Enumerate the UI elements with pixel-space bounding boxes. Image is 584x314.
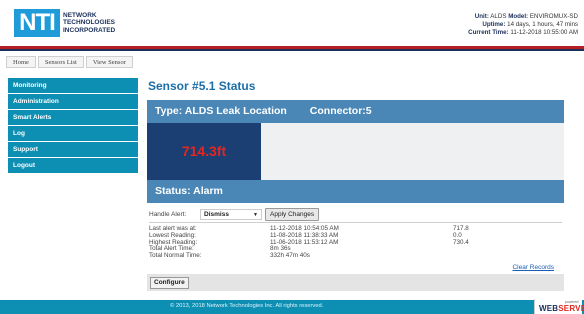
logo-mark: NTI xyxy=(14,9,60,37)
readings-row: Total Alert Time: 8m 36s xyxy=(149,246,513,253)
reading-value: 730.4 xyxy=(453,238,469,246)
configure-button[interactable]: Configure xyxy=(150,277,189,289)
reading-value xyxy=(453,253,513,260)
webserve-serve: SERVE xyxy=(558,304,584,313)
webserve-wordmark: WEBSERVE xyxy=(539,304,584,313)
reading-value xyxy=(453,246,513,253)
readings-row: Total Normal Time: 332h 47m 40s xyxy=(149,252,513,260)
configure-bar: Configure xyxy=(147,274,564,291)
page-title: Sensor #5.1 Status xyxy=(148,79,256,93)
model-value: ENVIROMUX-SD xyxy=(529,13,578,20)
status-bar: Status: Alarm xyxy=(147,180,564,203)
breadcrumb-home[interactable]: Home xyxy=(6,56,36,68)
sidebar-item-administration[interactable]: Administration xyxy=(8,94,138,109)
sidebar-item-logout[interactable]: Logout xyxy=(8,158,138,173)
reading-time: 332h 47m 40s xyxy=(270,252,310,260)
handle-alert-label: Handle Alert: xyxy=(149,211,187,218)
logo-text: NETWORK TECHNOLOGIES INCORPORATED xyxy=(63,12,115,35)
handle-alert-row: Handle Alert: Dismiss ▼ Apply Changes xyxy=(149,208,320,221)
sidebar-item-monitoring[interactable]: Monitoring xyxy=(8,78,138,93)
logo-line: TECHNOLOGIES xyxy=(63,19,116,27)
sensor-type-bar: Type: ALDS Leak Location Connector:5 xyxy=(147,100,564,123)
unit-value: ALDS xyxy=(490,13,507,20)
reading-panel: 714.3ft xyxy=(147,123,564,180)
header-stripe-blue xyxy=(0,49,584,51)
sidebar-item-smart-alerts[interactable]: Smart Alerts xyxy=(8,110,138,125)
current-time-label: Current Time: xyxy=(468,29,509,36)
handle-alert-selected: Dismiss xyxy=(204,211,229,218)
current-reading: 714.3ft xyxy=(147,123,261,180)
handle-alert-select[interactable]: Dismiss ▼ xyxy=(200,209,262,220)
clear-records-link[interactable]: Clear Records xyxy=(512,264,554,271)
connector-label: Connector:5 xyxy=(309,105,372,117)
reading-time: 11-06-2018 11:53:12 AM xyxy=(270,238,339,246)
sidebar-item-log[interactable]: Log xyxy=(8,126,138,141)
footer-copyright: © 2013, 2018 Network Technologies Inc. A… xyxy=(170,303,324,309)
readings-table: Last alert was at: 11-12-2018 10:54:05 A… xyxy=(149,225,513,260)
apply-changes-button[interactable]: Apply Changes xyxy=(265,208,320,221)
reading-value: 717.8 xyxy=(453,225,469,232)
breadcrumb-sensors-list[interactable]: Sensors List xyxy=(37,56,84,68)
sidebar-item-support[interactable]: Support xyxy=(8,142,138,157)
model-label: Model: xyxy=(508,13,529,20)
webserve-web: WEB xyxy=(539,304,559,313)
nti-logo: NTI NETWORK TECHNOLOGIES INCORPORATED xyxy=(14,9,115,37)
webserve-logo: powered WEBSERVE xyxy=(534,299,584,314)
header: NTI NETWORK TECHNOLOGIES INCORPORATED Un… xyxy=(0,0,584,44)
unit-label: Unit: xyxy=(474,13,489,20)
reading-label: Total Normal Time: xyxy=(149,252,202,260)
uptime-label: Uptime: xyxy=(482,21,506,28)
unit-info: Unit: ALDS Model: ENVIROMUX-SD Uptime: 1… xyxy=(468,13,578,37)
sidebar-nav: Monitoring Administration Smart Alerts L… xyxy=(8,78,138,174)
breadcrumb: Home Sensors List View Sensor xyxy=(6,56,135,68)
divider xyxy=(149,222,562,223)
uptime-value: 14 days, 1 hours, 47 mins xyxy=(507,21,578,28)
chevron-down-icon: ▼ xyxy=(253,211,258,218)
breadcrumb-view-sensor[interactable]: View Sensor xyxy=(85,56,133,68)
readings-row: Highest Reading: 11-06-2018 11:53:12 AM … xyxy=(149,238,513,247)
logo-line: NETWORK xyxy=(63,11,97,19)
sensor-type-label: Type: ALDS Leak Location xyxy=(155,105,287,117)
logo-line: INCORPORATED xyxy=(63,26,116,34)
footer: © 2013, 2018 Network Technologies Inc. A… xyxy=(0,300,584,314)
current-time-value: 11-12-2018 10:55:00 AM xyxy=(510,29,578,36)
